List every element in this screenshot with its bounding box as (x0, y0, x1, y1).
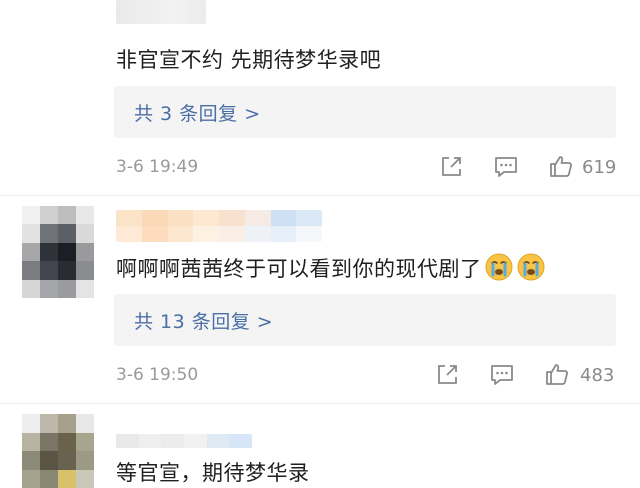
like-count: 483 (580, 365, 615, 386)
replies-box[interactable]: 共 13 条回复 > (114, 294, 616, 346)
divider (0, 403, 640, 404)
comment-text: 非官宣不约 先期待梦华录吧 (116, 48, 382, 72)
crying-face-icon (484, 252, 514, 282)
username-redacted (116, 210, 322, 242)
share-icon[interactable] (438, 154, 464, 180)
avatar-redacted (22, 414, 94, 488)
comment-icon[interactable] (493, 154, 519, 180)
divider (0, 195, 640, 196)
comment-time: 3-6 19:49 (116, 157, 199, 177)
crying-face-icon (516, 252, 546, 282)
comment-time: 3-6 19:50 (116, 365, 199, 385)
like-count: 619 (582, 157, 617, 178)
comment-icon[interactable] (489, 362, 515, 388)
thumbs-up-icon[interactable] (544, 361, 570, 387)
view-replies-link[interactable]: 共 3 条回复 > (134, 99, 261, 126)
username-redacted (116, 0, 206, 24)
username-redacted (116, 434, 252, 448)
avatar-redacted (22, 206, 94, 298)
comment-text: 等官宣，期待梦华录 (116, 461, 310, 485)
share-icon[interactable] (434, 362, 460, 388)
view-replies-link[interactable]: 共 13 条回复 > (134, 307, 273, 334)
thumbs-up-icon[interactable] (548, 153, 574, 179)
comment-text: 啊啊啊茜茜终于可以看到你的现代剧了 (116, 252, 546, 283)
replies-box[interactable]: 共 3 条回复 > (114, 86, 616, 138)
comment-text-body: 啊啊啊茜茜终于可以看到你的现代剧了 (116, 257, 482, 281)
